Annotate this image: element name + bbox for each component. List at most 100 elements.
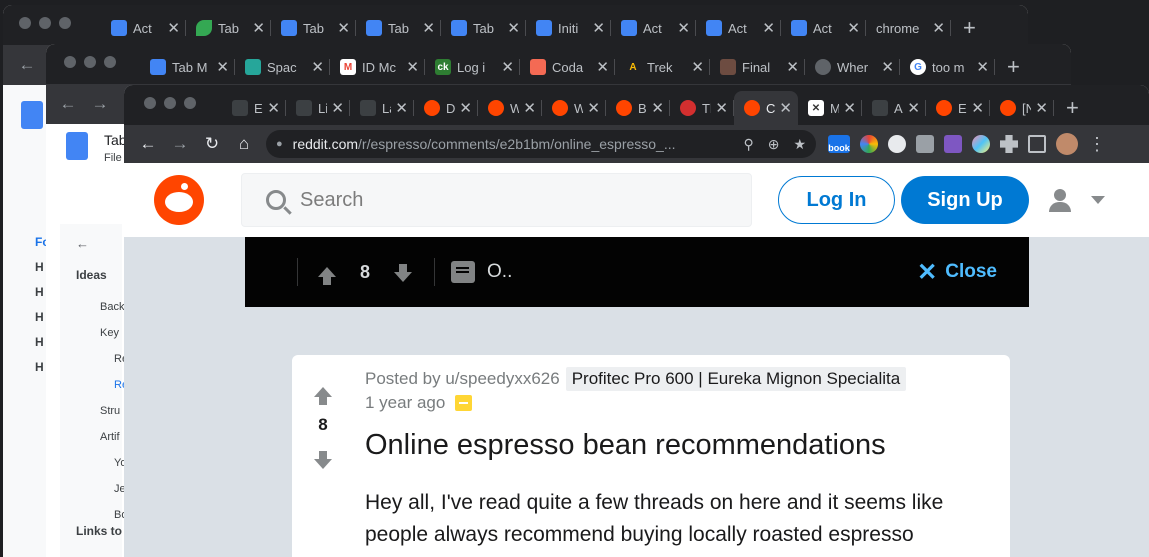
close-tab-icon[interactable]: ✕ — [267, 99, 280, 117]
user-icon[interactable] — [1047, 187, 1073, 213]
close-tab-icon[interactable]: ✕ — [971, 99, 984, 117]
close-tab-icon[interactable]: ✕ — [1035, 99, 1048, 117]
browser-tab[interactable]: Tab M ✕ — [140, 50, 235, 84]
login-button[interactable]: Log In — [778, 176, 895, 224]
downvote-icon[interactable] — [314, 451, 332, 469]
outline-heading[interactable]: Ideas — [76, 268, 107, 282]
close-tab-icon[interactable]: ✕ — [216, 58, 229, 76]
browser-tab[interactable]: Wher ✕ — [805, 50, 900, 84]
file-menu[interactable]: File — [104, 152, 122, 164]
downvote-icon[interactable] — [394, 264, 413, 282]
search-input[interactable]: Search — [241, 173, 752, 227]
browser-tab[interactable]: Act ✕ — [696, 11, 781, 45]
outline-item[interactable]: H — [35, 260, 44, 274]
more-menu-icon[interactable]: ⋮ — [1088, 135, 1106, 153]
close-tab-icon[interactable]: ✕ — [507, 19, 520, 37]
lock-icon[interactable]: ● — [276, 138, 283, 150]
browser-tab[interactable]: Wha✕ — [478, 91, 542, 125]
browser-tab[interactable]: Doe✕ — [414, 91, 478, 125]
close-tab-icon[interactable]: ✕ — [651, 99, 664, 117]
browser-tab[interactable]: Spac ✕ — [235, 50, 330, 84]
upvote-icon[interactable] — [314, 387, 332, 405]
close-tab-icon[interactable]: ✕ — [587, 99, 600, 117]
close-tab-icon[interactable]: ✕ — [881, 58, 894, 76]
close-tab-icon[interactable]: ✕ — [337, 19, 350, 37]
chevron-down-icon[interactable] — [1091, 196, 1105, 204]
close-tab-icon[interactable]: ✕ — [459, 99, 472, 117]
close-tab-icon[interactable]: ✕ — [786, 58, 799, 76]
reddit-logo-icon[interactable] — [154, 175, 204, 225]
close-tab-icon[interactable]: ✕ — [691, 58, 704, 76]
address-bar[interactable]: ● reddit.com/r/espresso/comments/e2b1bm/… — [266, 130, 816, 158]
close-tab-icon[interactable]: ✕ — [847, 19, 860, 37]
browser-tab[interactable]: chrome ✕ — [866, 11, 951, 45]
close-tab-icon[interactable]: ✕ — [596, 58, 609, 76]
outline-item[interactable]: H — [35, 285, 44, 299]
browser-tab[interactable]: ck Log i ✕ — [425, 50, 520, 84]
forward-button[interactable]: → — [84, 94, 116, 114]
upvote-icon[interactable] — [318, 267, 336, 285]
outline-item[interactable]: H — [35, 335, 44, 349]
browser-tab[interactable]: The ✕ — [670, 91, 734, 125]
close-tab-icon[interactable]: ✕ — [976, 58, 989, 76]
reload-icon[interactable]: ↻ — [196, 134, 228, 154]
browser-tab[interactable]: Tab ✕ — [356, 11, 441, 45]
close-tab-icon[interactable]: ✕ — [592, 19, 605, 37]
browser-tab[interactable]: C ✕ — [734, 91, 798, 125]
browser-tab[interactable]: Bea ✕ — [606, 91, 670, 125]
outline-item[interactable]: Back — [100, 301, 124, 313]
profile-avatar[interactable] — [1056, 133, 1078, 155]
close-tab-icon[interactable]: ✕ — [843, 99, 856, 117]
outline-item[interactable]: Artif — [100, 431, 120, 443]
browser-tab[interactable]: Espr ✕ — [222, 91, 286, 125]
browser-tab[interactable]: M ID Mc ✕ — [330, 50, 425, 84]
outline-item[interactable]: Stru — [100, 405, 120, 417]
browser-tab[interactable]: Gtoo m ✕ — [900, 50, 995, 84]
browser-tab[interactable]: Initi ✕ — [526, 11, 611, 45]
outline-footer[interactable]: Links to — [76, 524, 122, 538]
posted-by[interactable]: Posted by u/speedyxx626 — [365, 369, 560, 389]
browser-tab[interactable]: La M ✕ — [350, 91, 414, 125]
browser-tab[interactable]: Wha✕ — [542, 91, 606, 125]
close-tab-icon[interactable]: ✕ — [422, 19, 435, 37]
forward-button[interactable]: → — [164, 134, 196, 154]
browser-tab[interactable]: [Nev✕ — [990, 91, 1054, 125]
back-button[interactable]: ← — [132, 134, 164, 154]
browser-tab[interactable]: Espr ✕ — [926, 91, 990, 125]
browser-tab[interactable]: Tab ✕ — [186, 11, 271, 45]
home-icon[interactable]: ⌂ — [228, 134, 260, 154]
browser-tab[interactable]: ✕Midr✕ — [798, 91, 862, 125]
close-tab-icon[interactable]: ✕ — [252, 19, 265, 37]
new-tab-button[interactable]: + — [951, 11, 988, 45]
key-icon[interactable]: ⚲ — [743, 136, 753, 153]
browser-tab[interactable]: Final ✕ — [710, 50, 805, 84]
new-tab-button[interactable]: + — [1054, 91, 1091, 125]
close-tab-icon[interactable]: ✕ — [762, 19, 775, 37]
back-button[interactable]: ← — [11, 55, 43, 75]
close-tab-icon[interactable]: ✕ — [406, 58, 419, 76]
new-tab-button[interactable]: + — [995, 50, 1032, 84]
close-tab-icon[interactable]: ✕ — [932, 19, 945, 37]
extension-icon[interactable] — [972, 135, 990, 153]
outline-item[interactable]: H — [35, 310, 44, 324]
window-controls[interactable] — [19, 17, 71, 29]
bookmark-star-icon[interactable]: ★ — [793, 136, 806, 153]
close-tab-icon[interactable]: ✕ — [311, 58, 324, 76]
outline-back-icon[interactable]: ← — [76, 236, 89, 251]
signup-button[interactable]: Sign Up — [901, 176, 1029, 224]
outline-item[interactable]: H — [35, 360, 44, 374]
browser-tab[interactable]: Act ✕ — [611, 11, 696, 45]
close-tab-icon[interactable]: ✕ — [395, 99, 408, 117]
browser-tab[interactable]: Tab ✕ — [441, 11, 526, 45]
extension-icon[interactable] — [888, 135, 906, 153]
browser-tab[interactable]: A Trek ✕ — [615, 50, 710, 84]
close-tab-icon[interactable]: ✕ — [715, 99, 728, 117]
cast-icon[interactable] — [1028, 135, 1046, 153]
window-controls[interactable] — [144, 97, 196, 109]
bookmark-extension-icon[interactable]: book — [828, 135, 850, 153]
extension-icon[interactable] — [916, 135, 934, 153]
close-tab-icon[interactable]: ✕ — [501, 58, 514, 76]
post-age[interactable]: 1 year ago — [365, 393, 445, 413]
extension-icon[interactable] — [944, 135, 962, 153]
browser-tab[interactable]: Coda ✕ — [520, 50, 615, 84]
